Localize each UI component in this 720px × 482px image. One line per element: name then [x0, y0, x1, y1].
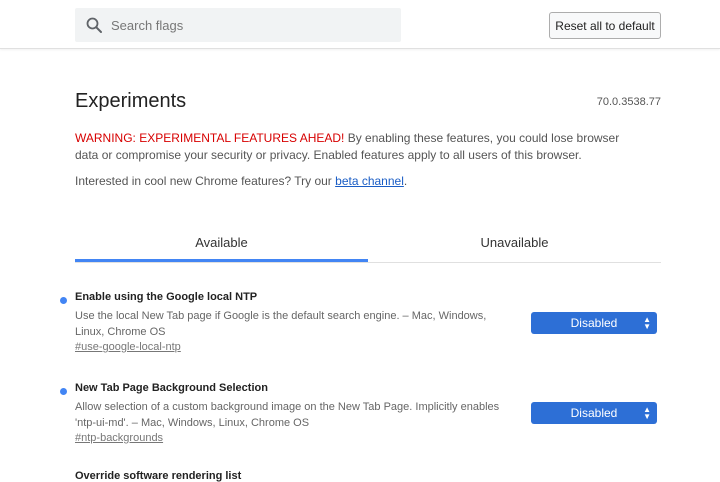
experiment-name: Override software rendering list	[75, 470, 242, 482]
tab-unavailable[interactable]: Unavailable	[368, 222, 661, 262]
experiment-hash-link[interactable]: #ntp-backgrounds	[75, 432, 163, 444]
warning-heading: WARNING: EXPERIMENTAL FEATURES AHEAD!	[75, 131, 345, 145]
tab-available[interactable]: Available	[75, 222, 368, 262]
search-icon	[85, 16, 103, 34]
updown-arrows-icon: ▲ ▼	[643, 405, 651, 421]
bullet-dot-icon	[60, 297, 67, 304]
tab-bar: Available Unavailable	[75, 222, 661, 263]
experiment-name: New Tab Page Background Selection	[75, 382, 268, 394]
search-input[interactable]	[109, 16, 393, 34]
warning-text: WARNING: EXPERIMENTAL FEATURES AHEAD! By…	[75, 130, 645, 164]
reset-all-button[interactable]: Reset all to default	[549, 12, 661, 39]
interest-text: Interested in cool new Chrome features? …	[75, 174, 407, 188]
version-label: 70.0.3538.77	[596, 96, 661, 108]
page-title: Experiments	[75, 90, 187, 112]
experiment-description: Use the local New Tab page if Google is …	[75, 310, 487, 338]
experiment-select[interactable]: Disabled ▲ ▼	[531, 402, 657, 424]
interest-suffix: .	[403, 174, 408, 188]
experiment-hash-link[interactable]: #use-google-local-ntp	[75, 341, 181, 353]
search-box[interactable]	[75, 8, 401, 42]
beta-channel-link[interactable]: beta channel	[335, 174, 404, 188]
experiment-name: Enable using the Google local NTP	[75, 291, 258, 303]
top-bar: Reset all to default	[0, 0, 720, 49]
experiment-description: Allow selection of a custom background i…	[75, 401, 500, 429]
updown-arrows-icon: ▲ ▼	[643, 315, 651, 331]
bullet-dot-icon	[60, 388, 67, 395]
interest-prefix: Interested in cool new Chrome features? …	[75, 174, 336, 188]
select-value: Disabled	[570, 316, 618, 330]
experiment-select[interactable]: Disabled ▲ ▼	[531, 312, 657, 334]
active-tab-indicator	[75, 259, 368, 262]
select-value: Disabled	[570, 406, 618, 420]
